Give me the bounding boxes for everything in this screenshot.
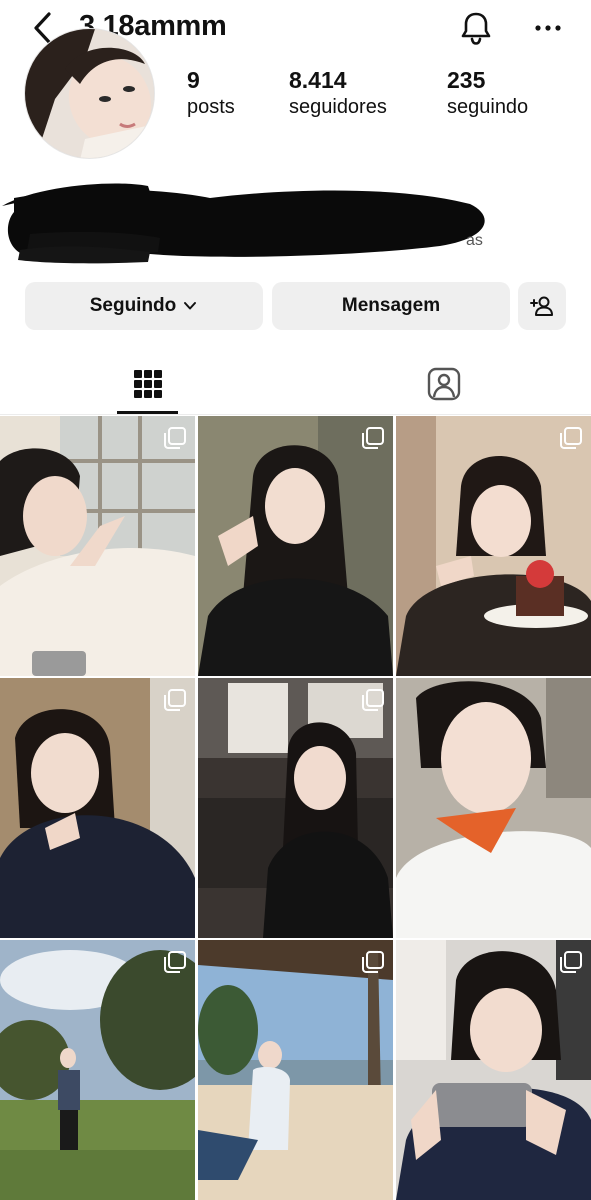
chevron-down-icon xyxy=(184,302,197,310)
tab-tagged[interactable] xyxy=(420,354,468,414)
post-tile-2[interactable] xyxy=(198,416,393,676)
message-label: Mensagem xyxy=(341,295,441,316)
post-tile-7[interactable] xyxy=(0,940,195,1200)
multiple-posts-icon xyxy=(164,689,186,711)
post-tile-6[interactable] xyxy=(396,678,591,938)
post-tile-4[interactable] xyxy=(0,678,195,938)
post-thumbnail xyxy=(396,678,591,938)
post-thumbnail xyxy=(198,940,393,1200)
tabs-divider xyxy=(0,414,591,415)
multiple-posts-icon xyxy=(560,427,582,449)
more-options-button[interactable] xyxy=(530,10,566,46)
stat-posts-value: 9 xyxy=(187,67,200,93)
multiple-posts-icon xyxy=(362,427,384,449)
tagged-person-icon xyxy=(427,367,461,401)
post-thumbnail xyxy=(396,416,591,676)
grid-icon xyxy=(133,370,162,398)
multiple-posts-icon xyxy=(164,951,186,973)
post-tile-3[interactable] xyxy=(396,416,591,676)
post-tile-9[interactable] xyxy=(396,940,591,1200)
avatar-photo xyxy=(25,29,154,158)
stat-following-label: seguindo xyxy=(447,96,529,118)
post-tile-1[interactable] xyxy=(0,416,195,676)
post-thumbnail xyxy=(198,678,393,938)
post-thumbnail xyxy=(0,940,195,1200)
stat-posts-label: posts xyxy=(187,96,235,118)
multiple-posts-icon xyxy=(560,951,582,973)
post-thumbnail xyxy=(0,678,195,938)
bell-icon xyxy=(461,12,491,45)
post-tile-5[interactable] xyxy=(198,678,393,938)
following-button[interactable]: Seguindo xyxy=(25,282,263,330)
more-horizontal-icon xyxy=(535,25,561,31)
multiple-posts-icon xyxy=(164,427,186,449)
stat-followers-value: 8.414 xyxy=(289,67,347,93)
suggested-users-button[interactable] xyxy=(518,282,566,330)
multiple-posts-icon xyxy=(362,689,384,711)
add-user-icon xyxy=(530,296,553,316)
following-label: Seguindo xyxy=(89,295,177,316)
bio-redacted xyxy=(0,176,591,266)
notifications-button[interactable] xyxy=(456,8,496,48)
posts-grid xyxy=(0,416,591,1200)
post-thumbnail xyxy=(396,940,591,1200)
post-tile-8[interactable] xyxy=(198,940,393,1200)
stat-following-value: 235 xyxy=(447,67,486,93)
profile-avatar[interactable] xyxy=(24,28,155,159)
stat-followers-label: seguidores xyxy=(289,96,387,118)
multiple-posts-icon xyxy=(362,951,384,973)
bio-visible-fragment: as xyxy=(466,232,483,249)
post-thumbnail xyxy=(0,416,195,676)
stat-followers[interactable]: 8.414 seguidores xyxy=(289,66,387,120)
post-thumbnail xyxy=(198,416,393,676)
message-button[interactable]: Mensagem xyxy=(272,282,510,330)
stat-posts[interactable]: 9 posts xyxy=(187,66,235,120)
stat-following[interactable]: 235 seguindo xyxy=(447,66,528,120)
tab-posts-grid[interactable] xyxy=(117,354,178,414)
redaction-scribble xyxy=(2,183,485,264)
